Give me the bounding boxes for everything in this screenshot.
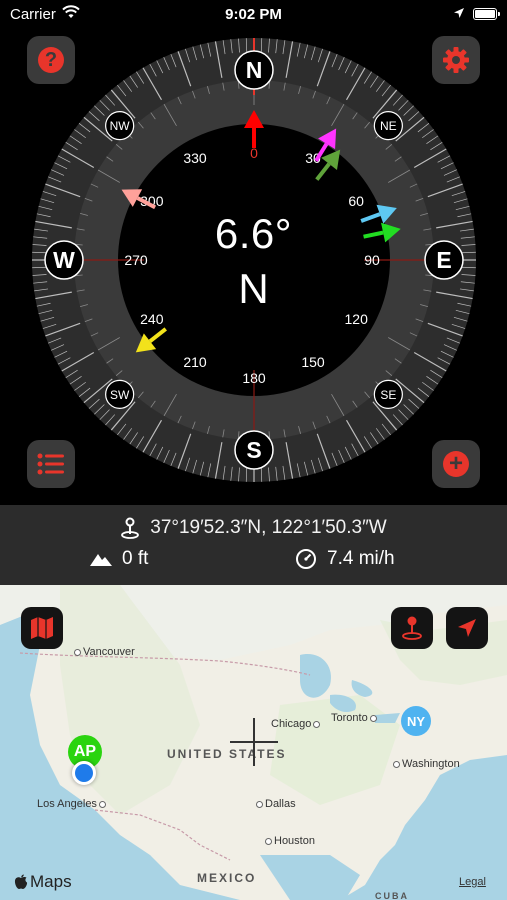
clock: 9:02 PM xyxy=(225,6,282,23)
map-label-mexico: MEXICO xyxy=(197,871,257,885)
pin-icon xyxy=(402,616,422,640)
map-label-houston: Houston xyxy=(265,835,315,847)
drop-pin-button[interactable] xyxy=(391,607,433,649)
map-label-vancouver: Vancouver xyxy=(74,646,135,658)
degree-label: 330 xyxy=(183,150,207,166)
coordinates-text: 37°19′52.3″N, 122°1′50.3″W xyxy=(150,517,387,538)
altitude-text: 0 ft xyxy=(122,548,149,569)
degree-label: 240 xyxy=(140,311,164,327)
location-services-icon xyxy=(454,8,464,18)
apple-maps-attribution: Maps xyxy=(14,872,72,892)
compass-face xyxy=(118,124,390,396)
map-type-button[interactable] xyxy=(21,607,63,649)
compass-dial: 306090120150180210240270300330 0NESWNESES… xyxy=(32,38,476,482)
mountain-icon xyxy=(90,554,112,566)
apple-logo-icon xyxy=(14,874,28,889)
map-label-toronto: Toronto xyxy=(331,712,379,724)
status-bar: Carrier 9:02 PM xyxy=(0,0,507,30)
location-arrow-icon xyxy=(458,619,476,637)
altitude-row: 0 ft xyxy=(90,548,148,570)
map-label-cuba: CUBA xyxy=(375,891,409,900)
speed-row: 7.4 mi/h xyxy=(295,548,395,570)
cardinal-label: N xyxy=(246,57,263,83)
intercardinal-label: NW xyxy=(110,119,131,133)
map-icon xyxy=(31,617,53,639)
location-info-panel: 37°19′52.3″N, 122°1′50.3″W 0 ft 7.4 mi/h xyxy=(0,505,507,585)
pin-location-icon xyxy=(121,517,140,539)
battery-icon xyxy=(473,8,500,20)
intercardinal-label: NE xyxy=(380,119,397,133)
waypoint-marker-ny[interactable]: NY xyxy=(401,706,431,736)
map-crosshair xyxy=(230,718,278,766)
cardinal-label: S xyxy=(246,437,261,463)
maps-text: Maps xyxy=(30,872,72,891)
degree-label: 120 xyxy=(345,311,369,327)
speed-text: 7.4 mi/h xyxy=(327,548,395,569)
current-location-button[interactable] xyxy=(446,607,488,649)
map-label-washington: Washington xyxy=(393,758,460,770)
legal-link[interactable]: Legal xyxy=(459,876,486,888)
degree-label: 60 xyxy=(348,193,364,209)
map-label-dallas: Dallas xyxy=(256,798,296,810)
degree-label: 180 xyxy=(242,370,266,386)
degree-label: 210 xyxy=(183,354,207,370)
heading-direction: N xyxy=(238,265,269,312)
coordinates-row: 37°19′52.3″N, 122°1′50.3″W xyxy=(0,517,507,539)
intercardinal-label: SE xyxy=(380,388,396,402)
map-label-chicago: Chicago xyxy=(271,718,322,730)
speedometer-icon xyxy=(296,549,316,569)
heading-degrees: 6.6° xyxy=(214,210,293,257)
map-label-los-angeles: Los Angeles xyxy=(37,798,108,810)
intercardinal-label: SW xyxy=(110,388,130,402)
user-location-dot xyxy=(72,761,96,785)
degree-label: 150 xyxy=(301,354,325,370)
